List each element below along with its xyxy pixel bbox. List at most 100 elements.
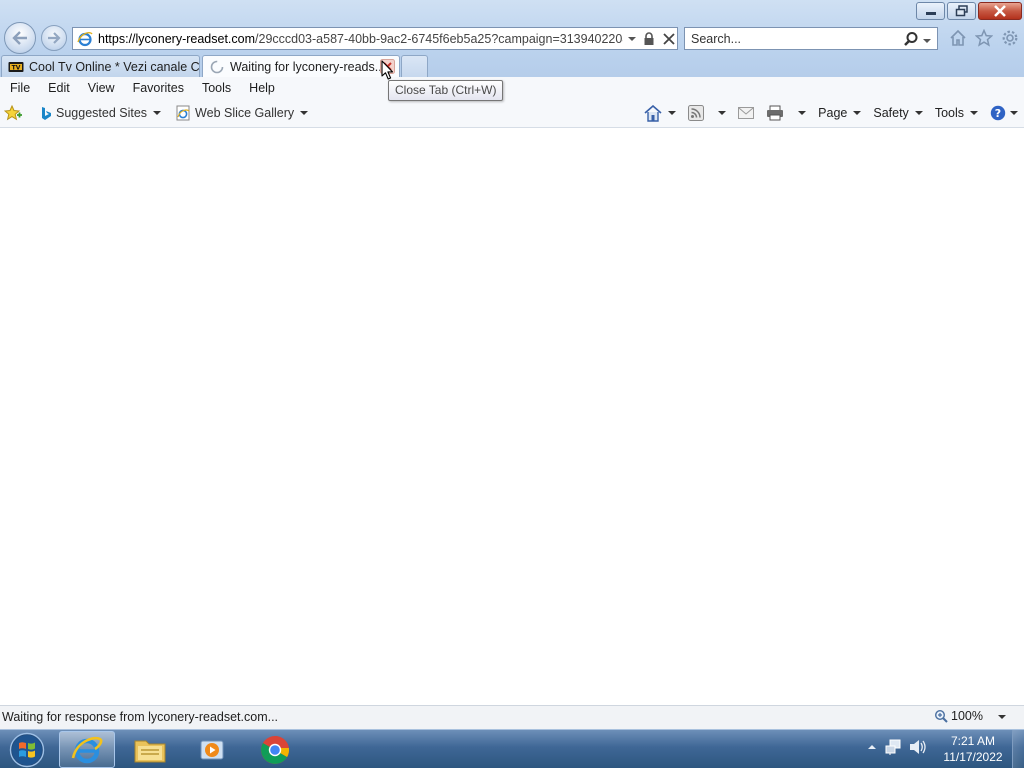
close-window-button[interactable] (978, 2, 1022, 20)
page-menu-label: Page (818, 106, 848, 120)
address-url[interactable]: https://lyconery-readset.com/29cccd03-a5… (98, 32, 623, 46)
chrome-icon (261, 735, 290, 764)
media-player-icon (200, 740, 224, 759)
forward-button[interactable] (41, 25, 67, 51)
menu-tools[interactable]: Tools (192, 79, 239, 99)
network-icon[interactable] (884, 738, 902, 756)
tab-cool-tv[interactable]: TV Cool Tv Online * Vezi canale C... (1, 55, 200, 77)
status-text: Waiting for response from lyconery-reads… (2, 710, 279, 724)
home-command-button[interactable] (644, 104, 677, 122)
print-button[interactable] (766, 105, 807, 121)
zoom-dropdown-icon[interactable] (998, 715, 1006, 719)
volume-icon[interactable] (908, 738, 926, 756)
search-dropdown-icon[interactable] (923, 34, 933, 44)
help-icon: ? (990, 105, 1006, 121)
add-favorites-button[interactable] (4, 105, 26, 121)
suggested-sites-link[interactable]: Suggested Sites (40, 106, 162, 121)
ie-page-icon (176, 105, 190, 121)
read-mail-button[interactable] (738, 106, 755, 120)
feeds-button[interactable] (688, 105, 727, 121)
gear-icon[interactable] (1000, 28, 1020, 48)
clock-time: 7:21 AM (950, 734, 996, 748)
home-icon (644, 104, 662, 122)
tools-menu-label: Tools (934, 106, 964, 120)
search-input[interactable] (691, 31, 896, 46)
taskbar-internet-explorer[interactable] (59, 731, 115, 768)
command-bar: Page Safety Tools ? (632, 102, 1018, 124)
printer-icon (767, 105, 784, 121)
menu-edit[interactable]: Edit (38, 79, 78, 99)
bing-icon (42, 106, 51, 120)
taskbar-media-player[interactable] (184, 731, 240, 768)
search-box[interactable] (684, 27, 938, 50)
new-tab-button[interactable] (401, 55, 428, 77)
status-bar: Waiting for response from lyconery-reads… (0, 705, 1024, 729)
chevron-down-icon (1010, 111, 1018, 115)
ie-page-icon (77, 31, 93, 46)
svg-text:?: ? (995, 107, 1001, 120)
chevron-down-icon[interactable] (718, 111, 727, 115)
favorites-bar: Suggested Sites Web Slice Gallery (4, 102, 322, 124)
taskbar-chrome[interactable] (247, 731, 303, 768)
chevron-down-icon (853, 111, 862, 115)
svg-text:TV: TV (12, 64, 21, 71)
home-icon[interactable] (948, 28, 968, 48)
chevron-down-icon (970, 111, 978, 115)
safety-menu-label: Safety (873, 106, 909, 120)
address-url-host: https://lyconery-readset.com (98, 31, 256, 46)
mail-icon (738, 107, 755, 119)
show-desktop-button[interactable] (1012, 730, 1024, 768)
suggested-sites-label: Suggested Sites (56, 106, 148, 120)
top-toolbar-icons (948, 28, 1020, 48)
menu-file[interactable]: File (0, 79, 38, 99)
web-slice-gallery-link[interactable]: Web Slice Gallery (175, 105, 309, 121)
internet-explorer-icon (71, 736, 103, 763)
chevron-down-icon (153, 111, 162, 115)
clock[interactable]: 7:21 AM 11/17/2022 (938, 733, 1008, 765)
search-icon[interactable] (903, 31, 919, 47)
tab-label: Waiting for lyconery-reads... (230, 59, 386, 74)
chevron-down-icon[interactable] (668, 111, 677, 115)
taskbar-file-explorer[interactable] (122, 731, 178, 768)
zoom-icon (934, 709, 948, 723)
system-tray (866, 738, 926, 756)
tools-menu-button[interactable]: Tools (935, 106, 978, 120)
address-dropdown-icon[interactable] (627, 34, 637, 44)
chevron-down-icon[interactable] (798, 111, 807, 115)
menu-help[interactable]: Help (239, 79, 283, 99)
toolbars: File Edit View Favorites Tools Help Sugg… (0, 77, 1024, 128)
tray-expand-icon[interactable] (866, 741, 878, 753)
favorites-add-icon (4, 105, 22, 121)
zoom-level: 100% (951, 709, 983, 723)
safety-menu-button[interactable]: Safety (873, 106, 923, 120)
zoom-control[interactable]: 100% (934, 709, 983, 723)
favorites-star-icon[interactable] (974, 28, 994, 48)
back-button[interactable] (4, 22, 36, 54)
web-slice-gallery-label: Web Slice Gallery (195, 106, 295, 120)
help-button[interactable]: ? (990, 105, 1018, 121)
address-url-path: /29cccd03-a587-40bb-9ac2-6745f6eb5a25?ca… (255, 31, 623, 46)
stop-icon[interactable] (663, 32, 675, 45)
start-button[interactable] (8, 732, 46, 768)
menu-favorites[interactable]: Favorites (123, 79, 192, 99)
page-content (0, 128, 1024, 705)
menu-bar: File Edit View Favorites Tools Help (0, 79, 283, 99)
clock-date: 11/17/2022 (943, 750, 1003, 764)
minimize-button[interactable] (916, 2, 945, 20)
lock-icon[interactable] (643, 31, 655, 46)
address-bar[interactable]: https://lyconery-readset.com/29cccd03-a5… (72, 27, 678, 50)
tab-lyconery-active[interactable]: Waiting for lyconery-reads... (202, 55, 400, 77)
page-menu-button[interactable]: Page (818, 106, 862, 120)
browser-frame: https://lyconery-readset.com/29cccd03-a5… (0, 0, 1024, 77)
chevron-down-icon (300, 111, 309, 115)
tab-label: Cool Tv Online * Vezi canale C... (29, 59, 199, 74)
menu-view[interactable]: View (78, 79, 123, 99)
back-arrow-icon (12, 31, 27, 45)
rss-feed-icon (688, 105, 705, 121)
close-tab-tooltip: Close Tab (Ctrl+W) (388, 80, 504, 101)
chevron-down-icon (914, 111, 923, 115)
window-controls (916, 2, 1022, 20)
restore-button[interactable] (947, 2, 976, 20)
tv-favicon: TV (8, 61, 24, 72)
loading-spinner-icon (210, 60, 224, 73)
